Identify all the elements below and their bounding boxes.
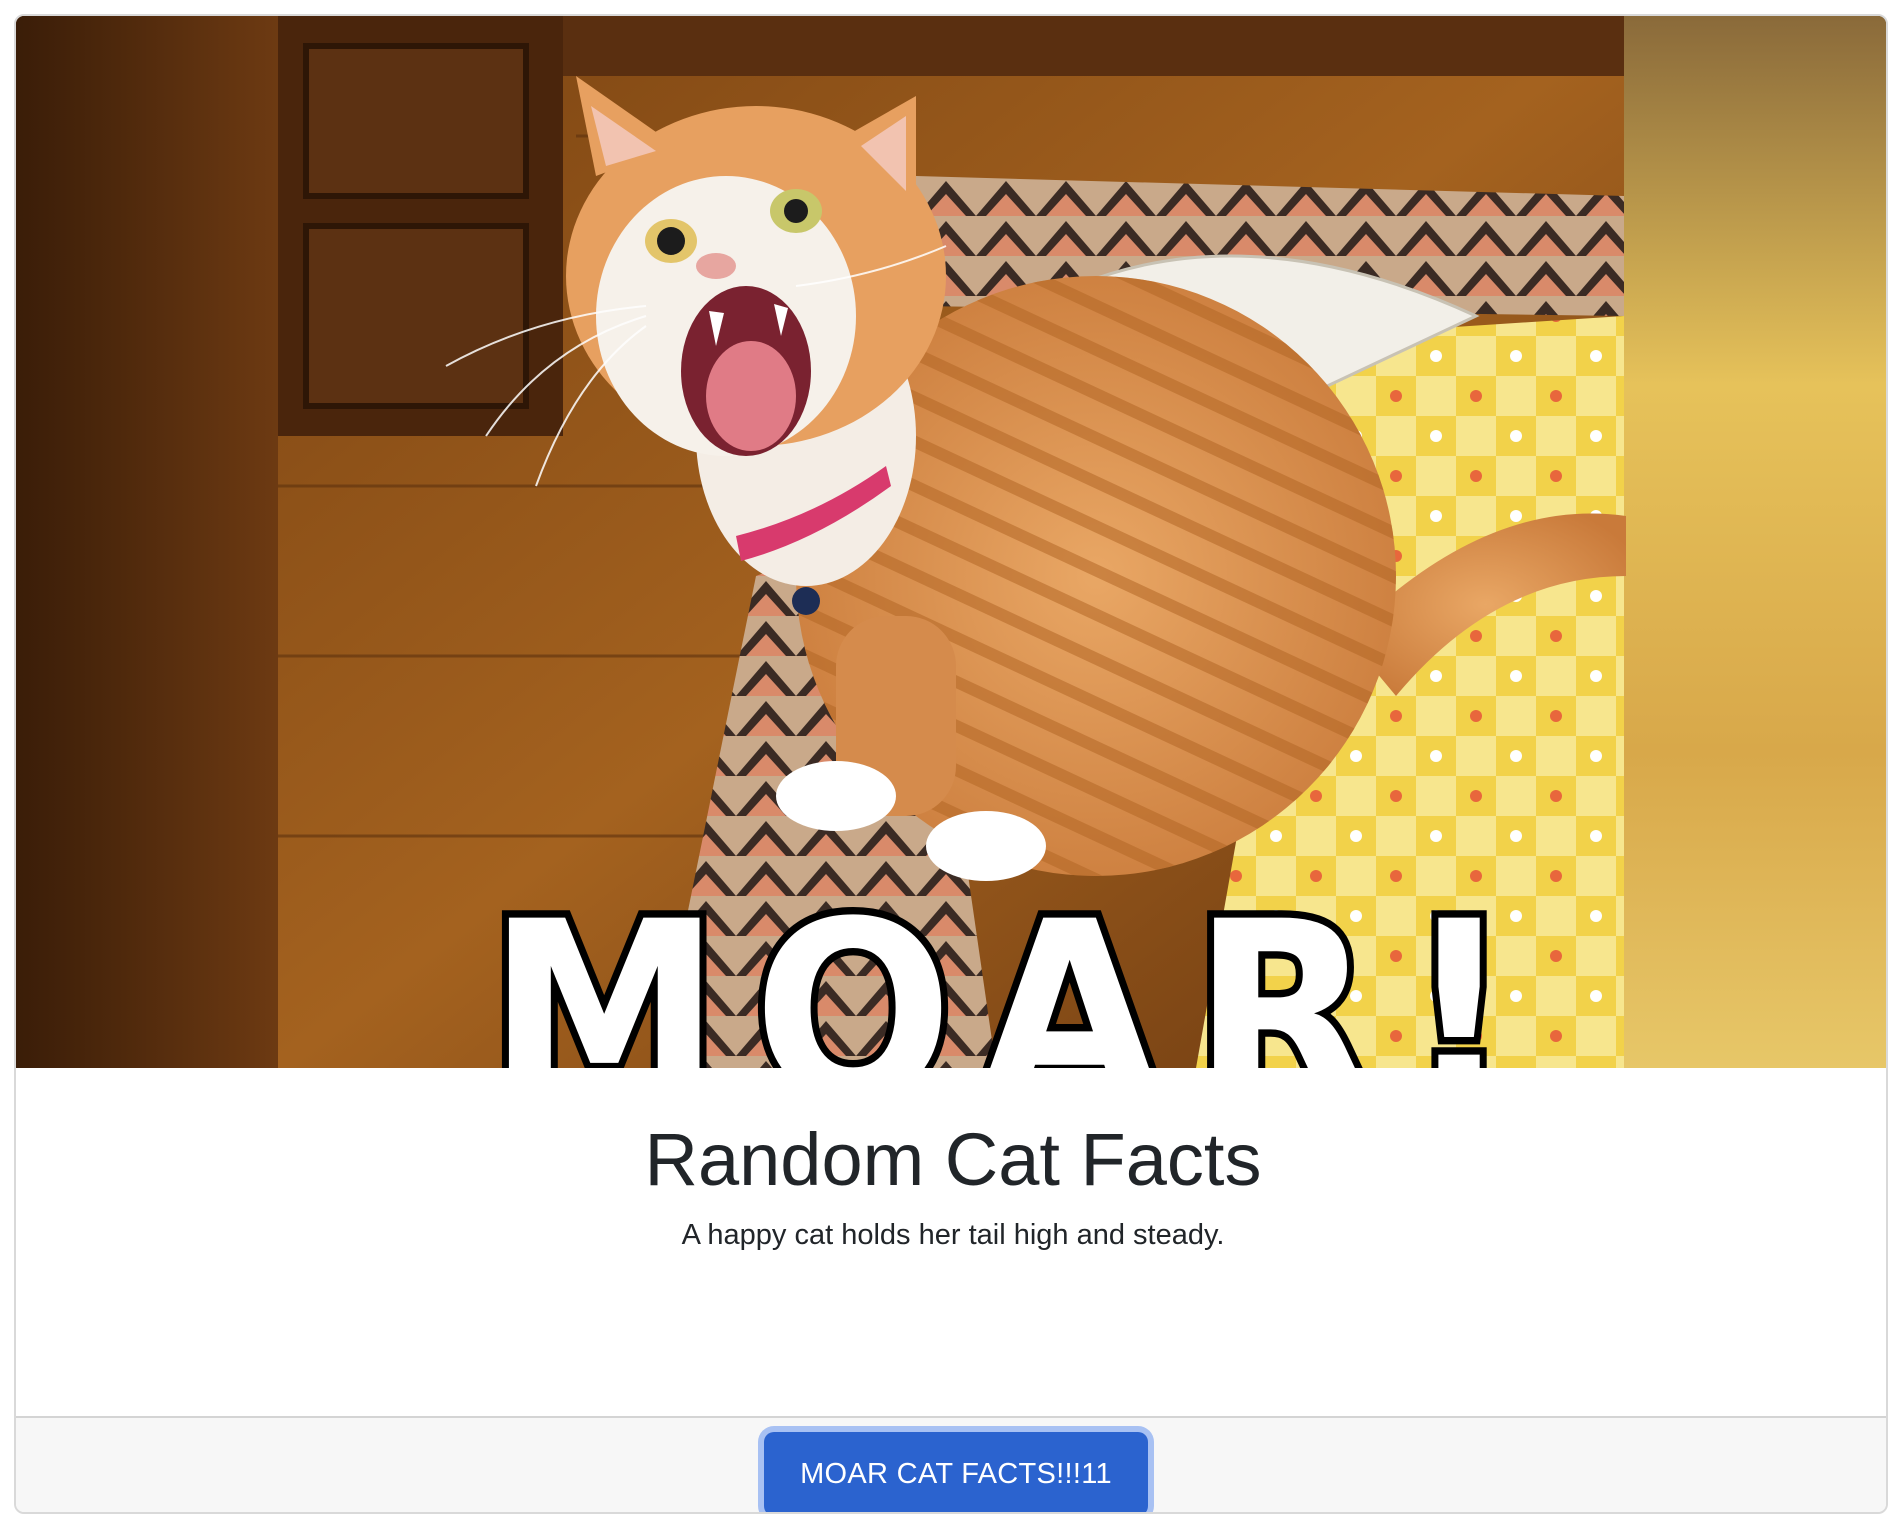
cat-fact-text: A happy cat holds her tail high and stea… (681, 1219, 1225, 1251)
page-title: Random Cat Facts (644, 1118, 1262, 1201)
moar-cat-facts-button[interactable]: MOAR CAT FACTS!!!11 (764, 1432, 1148, 1512)
card-footer: MOAR CAT FACTS!!!11 (16, 1416, 1886, 1512)
meme-caption: MOAR! (487, 868, 1544, 1068)
cat-meme-image: MOAR! (16, 16, 1886, 1068)
card-body: Random Cat Facts A happy cat holds her t… (16, 1068, 1886, 1416)
cat-facts-card: MOAR! Random Cat Facts A happy cat holds… (14, 14, 1888, 1514)
